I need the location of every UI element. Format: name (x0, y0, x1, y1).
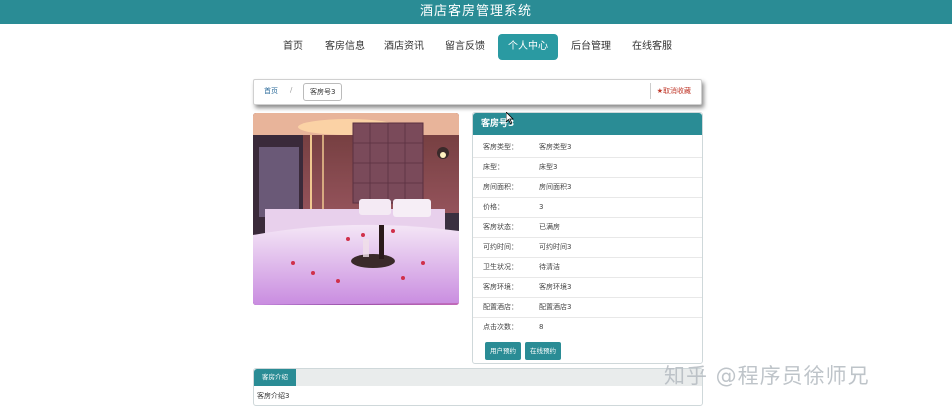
detail-label: 房间面积： (483, 183, 518, 191)
detail-value: 可约时间3 (539, 243, 572, 251)
detail-label: 床型： (483, 163, 504, 171)
detail-label: 可约时间： (483, 243, 518, 251)
detail-label: 价格： (483, 203, 504, 211)
detail-row-hotel: 配置酒店： 配置酒店3 (473, 297, 702, 318)
detail-label: 点击次数： (483, 323, 518, 331)
room-photo (253, 113, 459, 305)
detail-label: 卫生状况： (483, 263, 518, 271)
detail-label: 配置酒店： (483, 303, 518, 311)
detail-row-hygiene: 卫生状况： 待清洁 (473, 257, 702, 278)
breadcrumb: 首页 / 客房号3 ★取消收藏 (253, 79, 702, 105)
mouse-cursor-icon (506, 112, 514, 124)
nav-admin[interactable]: 后台管理 (566, 34, 616, 60)
detail-row-clicks: 点击次数： 8 (473, 317, 702, 337)
online-book-button[interactable]: 在线预约 (525, 342, 561, 360)
watermark: 知乎 @程序员徐师兄 (664, 364, 870, 388)
room-intro-section: 客房介绍 客房介绍3 (253, 368, 703, 406)
nav-support[interactable]: 在线客服 (627, 34, 677, 60)
detail-row-environment: 客房环境： 客房环境3 (473, 277, 702, 298)
breadcrumb-separator: / (290, 86, 293, 94)
nav-feedback[interactable]: 留言反馈 (440, 34, 490, 60)
breadcrumb-home[interactable]: 首页 (264, 86, 278, 96)
detail-row-bed-type: 床型： 床型3 (473, 157, 702, 178)
top-header: 酒店客房管理系统 (0, 0, 952, 24)
room-photo-image (253, 113, 459, 305)
detail-value: 已满房 (539, 223, 560, 231)
nav-profile[interactable]: 个人中心 (498, 34, 558, 60)
detail-row-status: 客房状态： 已满房 (473, 217, 702, 238)
tab-room-intro[interactable]: 客房介绍 (254, 369, 296, 386)
main-nav: 首页 客房信息 酒店资讯 留言反馈 个人中心 后台管理 在线客服 (0, 34, 952, 60)
nav-home[interactable]: 首页 (276, 34, 310, 60)
unfavorite-button[interactable]: ★取消收藏 (649, 83, 693, 99)
detail-row-available-time: 可约时间： 可约时间3 (473, 237, 702, 258)
detail-label: 客房类型： (483, 143, 518, 151)
detail-value: 8 (539, 323, 544, 331)
room-intro-text: 客房介绍3 (257, 392, 290, 400)
nav-news[interactable]: 酒店资讯 (381, 34, 427, 60)
room-detail-panel: 客房号3 客房类型： 客房类型3 床型： 床型3 房间面积： 房间面积3 价格：… (472, 112, 703, 364)
site-title: 酒店客房管理系统 (419, 4, 532, 19)
detail-row-room-type: 客房类型： 客房类型3 (473, 137, 702, 158)
book-button[interactable]: 用户预约 (485, 342, 521, 360)
detail-label: 客房状态： (483, 223, 518, 231)
nav-rooms[interactable]: 客房信息 (322, 34, 368, 60)
detail-row-price: 价格： 3 (473, 197, 702, 218)
intro-tabbar: 客房介绍 (254, 369, 702, 386)
detail-value: 配置酒店3 (539, 303, 572, 311)
detail-row-area: 房间面积： 房间面积3 (473, 177, 702, 198)
detail-value: 待清洁 (539, 263, 560, 271)
detail-value: 客房环境3 (539, 283, 572, 291)
breadcrumb-current: 客房号3 (303, 83, 343, 101)
detail-value: 房间面积3 (539, 183, 572, 191)
detail-value: 客房类型3 (539, 143, 572, 151)
detail-label: 客房环境： (483, 283, 518, 291)
detail-value: 3 (539, 203, 544, 211)
detail-value: 床型3 (539, 163, 558, 171)
